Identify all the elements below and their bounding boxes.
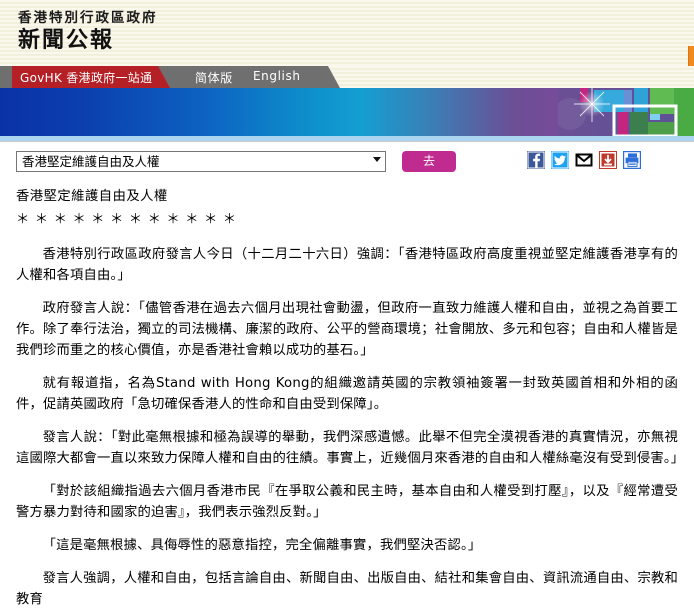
article-paragraph: 政府發言人說：「儘管香港在過去六個月出現社會動盪，但政府一直致力維護人權和自由，… (16, 298, 678, 361)
article-paragraph: 發言人說：「對此毫無根據和極為誤導的舉動，我們深感遺憾。此舉不但完全漠視香港的真… (16, 427, 678, 469)
download-icon[interactable] (599, 151, 617, 169)
publication-title: 新聞公報 (18, 28, 694, 54)
article-paragraph: 發言人強調，人權和自由，包括言論自由、新聞自由、出版自由、結社和集會自由、資訊流… (16, 568, 678, 610)
tab-simplified-chinese[interactable]: 简体版 (195, 69, 233, 86)
masthead-inner: 香港特別行政區政府 新聞公報 (0, 0, 694, 54)
orange-side-tab[interactable] (688, 46, 694, 66)
organization-name: 香港特別行政區政府 (18, 10, 694, 27)
banner-mosaic-graphic (558, 88, 694, 136)
controls-row: 香港堅定維護自由及人權 去 (0, 142, 694, 180)
site-banner (0, 88, 694, 136)
twitter-icon[interactable] (551, 151, 569, 169)
article-paragraph: 就有報道指，名為Stand with Hong Kong的組織邀請英國的宗教領袖… (16, 373, 678, 415)
article-headline: 香港堅定維護自由及人權 (16, 186, 678, 207)
article-star-divider: ＊＊＊＊＊＊＊＊＊＊＊＊ (16, 209, 678, 230)
article-paragraph: 「這是毫無根據、具侮辱性的惡意指控，完全偏離事實，我們堅決否認。」 (16, 535, 678, 556)
news-select[interactable]: 香港堅定維護自由及人權 (16, 151, 386, 172)
go-button[interactable]: 去 (402, 151, 456, 172)
masthead: 香港特別行政區政府 新聞公報 (0, 0, 694, 66)
article-body: 香港堅定維護自由及人權 ＊＊＊＊＊＊＊＊＊＊＊＊ 香港特別行政區政府發言人今日（… (0, 180, 694, 610)
social-share-bar (527, 151, 641, 169)
news-select-value: 香港堅定維護自由及人權 (22, 154, 160, 169)
facebook-icon[interactable] (527, 151, 545, 169)
tab-govhk-label[interactable]: GovHK 香港政府一站通 (20, 69, 152, 86)
article-paragraph: 「對於該組織指過去六個月香港市民『在爭取公義和民主時，基本自由和人權受到打壓』，… (16, 481, 678, 523)
print-icon[interactable] (623, 151, 641, 169)
tab-strip: GovHK 香港政府一站通 简体版 English (0, 66, 694, 88)
email-icon[interactable] (575, 151, 593, 169)
tab-english[interactable]: English (253, 69, 301, 83)
chevron-down-icon (373, 157, 381, 162)
article-paragraph: 香港特別行政區政府發言人今日（十二月二十六日）強調：「香港特區政府高度重視並堅定… (16, 244, 678, 286)
